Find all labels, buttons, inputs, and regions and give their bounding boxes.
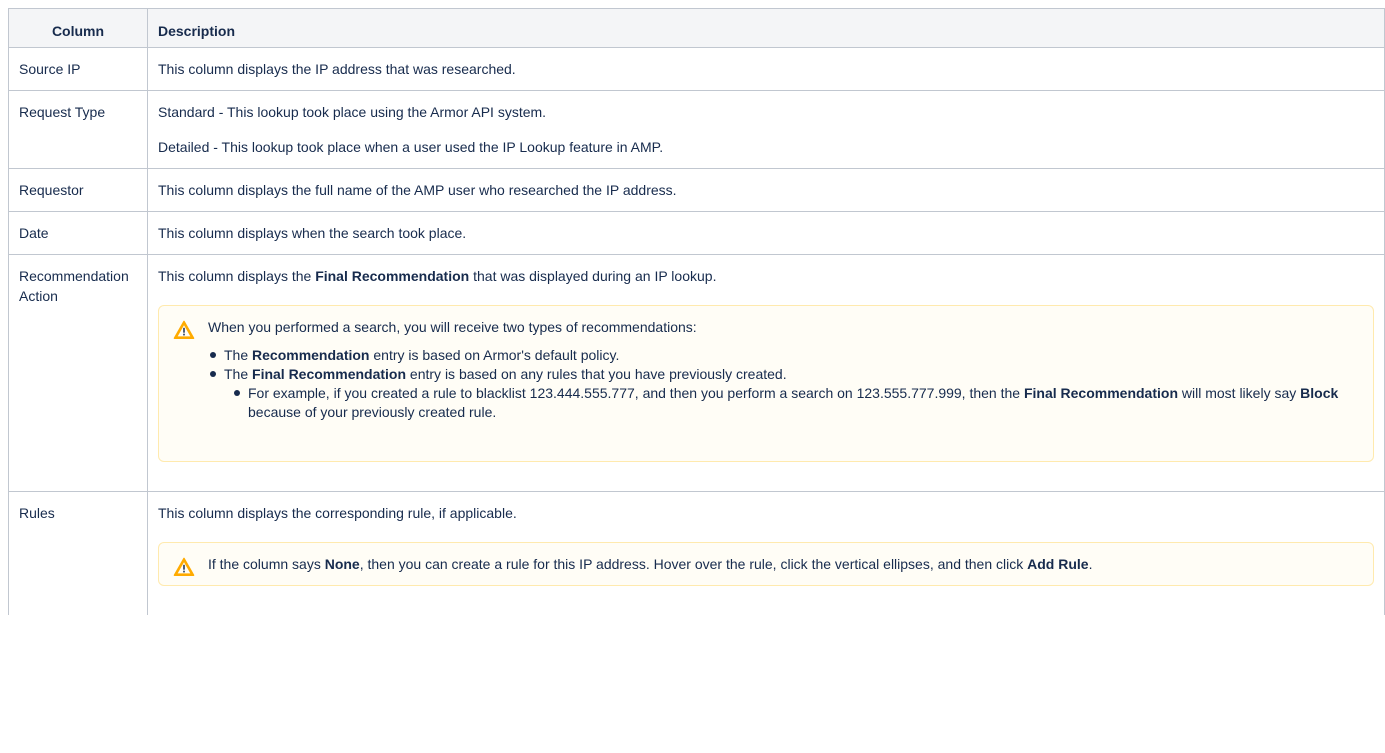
row-description: This column displays when the search too…: [147, 211, 1385, 255]
warning-note-recommendations: When you performed a search, you will re…: [158, 305, 1374, 462]
row-description: This column displays the full name of th…: [147, 168, 1385, 212]
table-row-request-type: Request Type Standard - This lookup took…: [8, 90, 1385, 169]
list-item: The Final Recommendation entry is based …: [210, 365, 1357, 422]
detailed-text: Detailed - This lookup took place when a…: [158, 139, 664, 155]
row-description: Standard - This lookup took place using …: [147, 90, 1385, 169]
row-description: This column displays the IP address that…: [147, 47, 1385, 91]
row-label: Recommendation Action: [8, 254, 148, 492]
table-row-rules: Rules This column displays the correspon…: [8, 491, 1385, 615]
table-row-requestor: Requestor This column displays the full …: [8, 168, 1385, 212]
row-label: Request Type: [8, 90, 148, 169]
warning-icon: [173, 320, 195, 339]
sub-list: For example, if you created a rule to bl…: [224, 384, 1357, 422]
column-header-column: Column: [8, 8, 148, 48]
row-description: This column displays the corresponding r…: [147, 491, 1385, 615]
row-description: This column displays the Final Recommend…: [147, 254, 1385, 492]
table-row-source-ip: Source IP This column displays the IP ad…: [8, 47, 1385, 91]
warning-note-rules: If the column says None, then you can cr…: [158, 542, 1374, 586]
table-header-row: Column Description: [8, 8, 1385, 48]
note-text: When you performed a search, you will re…: [208, 319, 697, 335]
warning-icon: [173, 557, 195, 576]
note-text: If the column says None, then you can cr…: [208, 556, 1093, 572]
table-row-date: Date This column displays when the searc…: [8, 211, 1385, 255]
row-label: Rules: [8, 491, 148, 615]
column-header-description: Description: [147, 8, 1385, 48]
list-item: The Recommendation entry is based on Arm…: [210, 346, 1357, 365]
row-label: Date: [8, 211, 148, 255]
columns-table: Column Description Source IP This column…: [8, 8, 1385, 615]
rules-description: This column displays the corresponding r…: [158, 505, 517, 521]
recommendation-intro: This column displays the Final Recommend…: [158, 268, 717, 284]
row-label: Source IP: [8, 47, 148, 91]
row-label: Requestor: [8, 168, 148, 212]
table-row-recommendation-action: Recommendation Action This column displa…: [8, 254, 1385, 492]
standard-text: Standard - This lookup took place using …: [158, 104, 547, 120]
recommendation-list: The Recommendation entry is based on Arm…: [208, 346, 1357, 422]
list-item: For example, if you created a rule to bl…: [234, 384, 1357, 422]
